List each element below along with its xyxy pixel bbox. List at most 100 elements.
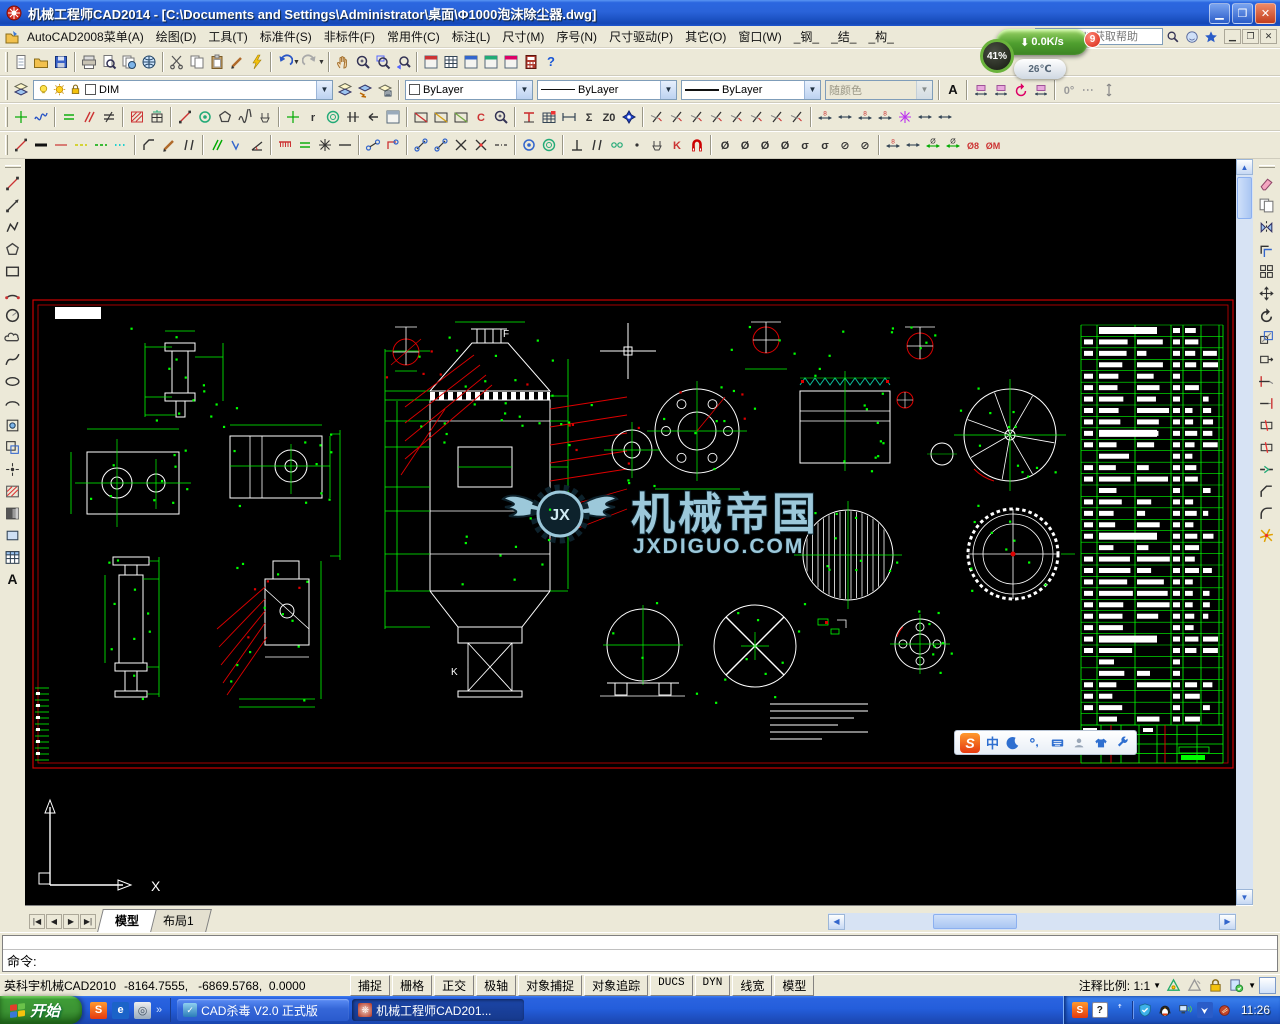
- search-icon[interactable]: [1164, 28, 1181, 45]
- toolbar-lock-icon[interactable]: [1206, 977, 1224, 995]
- snap-point-button[interactable]: [11, 107, 31, 127]
- circle-button[interactable]: [3, 305, 23, 325]
- status-toggle-捕捉[interactable]: 捕捉: [350, 975, 390, 996]
- plot-preview-button[interactable]: [99, 52, 119, 72]
- zoom-realtime-button[interactable]: [353, 52, 373, 72]
- polyline-button[interactable]: [3, 217, 23, 237]
- arrow-left-button[interactable]: [363, 107, 383, 127]
- target-circle-button[interactable]: [539, 135, 559, 155]
- hatch-button[interactable]: [3, 481, 23, 501]
- menu-item-8[interactable]: 序号(N): [550, 28, 603, 46]
- tool-palettes-button[interactable]: [461, 52, 481, 72]
- quicklaunch-overflow-chevron[interactable]: »: [156, 1004, 162, 1016]
- menu-item-14[interactable]: _构_: [862, 28, 899, 46]
- command-history[interactable]: [3, 936, 1277, 949]
- ime-user-icon[interactable]: [1071, 735, 1087, 751]
- double-gate-button[interactable]: [343, 107, 363, 127]
- menu-item-1[interactable]: 绘图(D): [150, 28, 203, 46]
- tab-prev-button[interactable]: ◀: [46, 914, 62, 929]
- join-button[interactable]: [1257, 459, 1277, 479]
- tangent-circles-button[interactable]: [607, 135, 627, 155]
- tab-first-button[interactable]: |◀: [29, 914, 45, 929]
- menu-item-11[interactable]: 窗口(W): [732, 28, 787, 46]
- polygon-inscribe-button[interactable]: [215, 107, 235, 127]
- status-toggle-DUCS[interactable]: DUCS: [650, 975, 692, 996]
- surface-a-button[interactable]: [411, 107, 431, 127]
- weld-t-button[interactable]: [519, 107, 539, 127]
- point-snap-button[interactable]: [627, 135, 647, 155]
- taskbar-task-1[interactable]: ❊机械工程师CAD201...: [352, 999, 524, 1021]
- table-hat-button[interactable]: [147, 107, 167, 127]
- publish-button[interactable]: [119, 52, 139, 72]
- break-3-button[interactable]: [687, 107, 707, 127]
- scroll-right-button[interactable]: ▶: [1219, 914, 1236, 930]
- equal-green-button[interactable]: [295, 135, 315, 155]
- arc-button[interactable]: [3, 283, 23, 303]
- redo-button[interactable]: [300, 52, 320, 72]
- letter-c-button[interactable]: C: [471, 107, 491, 127]
- text-style-button[interactable]: A: [943, 80, 963, 100]
- menu-item-5[interactable]: 常用件(C): [381, 28, 446, 46]
- ime-skin-shirt-icon[interactable]: [1093, 735, 1109, 751]
- line-sketch-button[interactable]: [159, 135, 179, 155]
- trim-button[interactable]: [1257, 371, 1277, 391]
- offset-button[interactable]: [1257, 239, 1277, 259]
- annotation-scale-caret[interactable]: ▼: [1153, 981, 1161, 990]
- mirror-button[interactable]: [1257, 217, 1277, 237]
- layer-properties-button[interactable]: [11, 80, 31, 100]
- letter-k-button[interactable]: K: [667, 135, 687, 155]
- command-prompt[interactable]: 命令:: [3, 949, 1277, 971]
- parallel-green-button[interactable]: [59, 107, 79, 127]
- cross-1-button[interactable]: [451, 135, 471, 155]
- detail-find-button[interactable]: [491, 107, 511, 127]
- menu-item-12[interactable]: _钢_: [788, 28, 825, 46]
- annotation-auto-icon[interactable]: [1185, 977, 1203, 995]
- angle-measure-button[interactable]: [247, 135, 267, 155]
- nav-compass-button[interactable]: [619, 107, 639, 127]
- start-button[interactable]: 开始: [0, 996, 82, 1024]
- sigma-sum-button[interactable]: Σ: [579, 107, 599, 127]
- region-button[interactable]: [3, 525, 23, 545]
- drawing-canvas[interactable]: JX机械帝国JXDIGUO.COMXFK S 中: [25, 159, 1236, 905]
- dim-green-1-button[interactable]: Ø: [923, 135, 943, 155]
- status-toggle-正交[interactable]: 正交: [434, 975, 474, 996]
- parallel-vertical-button[interactable]: [179, 135, 199, 155]
- layer-previous-button[interactable]: [355, 80, 375, 100]
- dim-flower-button[interactable]: [895, 107, 915, 127]
- linetype-combo-arrow[interactable]: ▼: [660, 81, 676, 99]
- new-file-button[interactable]: [11, 52, 31, 72]
- menu-item-6[interactable]: 标注(L): [446, 28, 497, 46]
- annotation-scale-value[interactable]: 1:1: [1133, 979, 1150, 993]
- seg-nodes-1-button[interactable]: [411, 135, 431, 155]
- gradient-button[interactable]: [3, 503, 23, 523]
- dim-green-2-button[interactable]: Ø: [943, 135, 963, 155]
- fillet-button[interactable]: [1257, 503, 1277, 523]
- dim-quick-2-button[interactable]: [835, 107, 855, 127]
- calculator-button[interactable]: [521, 52, 541, 72]
- slash-green-button[interactable]: [207, 135, 227, 155]
- dim-update-button[interactable]: [1011, 80, 1031, 100]
- status-tray-settings-icon[interactable]: [1227, 977, 1245, 995]
- ime-punctuation-icon[interactable]: [1027, 735, 1043, 751]
- parallel-snap-button[interactable]: [587, 135, 607, 155]
- stretch-button[interactable]: [1257, 349, 1277, 369]
- dim-quick-1-button[interactable]: 8: [815, 107, 835, 127]
- communication-center-icon[interactable]: [1183, 28, 1200, 45]
- diameter-4-button[interactable]: Ø: [775, 135, 795, 155]
- dim-quick-6-button[interactable]: [935, 107, 955, 127]
- seg-nodes-2-button[interactable]: [431, 135, 451, 155]
- menu-item-13[interactable]: _结_: [825, 28, 862, 46]
- tray-help-icon[interactable]: ?: [1092, 1002, 1108, 1018]
- clean-screen-button[interactable]: [1259, 977, 1276, 994]
- lineweight-combo-arrow[interactable]: ▼: [804, 81, 820, 99]
- dim-baseline-style-button[interactable]: [991, 80, 1011, 100]
- close-button[interactable]: ✕: [1255, 3, 1276, 24]
- dim-quick-5-button[interactable]: [915, 107, 935, 127]
- status-toggle-栅格[interactable]: 栅格: [392, 975, 432, 996]
- line-button[interactable]: [3, 173, 23, 193]
- comb-red-button[interactable]: [275, 135, 295, 155]
- tab-next-button[interactable]: ▶: [63, 914, 79, 929]
- chamfer-button[interactable]: [1257, 481, 1277, 501]
- ellipse-button[interactable]: [3, 371, 23, 391]
- sogou-logo-icon[interactable]: S: [960, 733, 980, 753]
